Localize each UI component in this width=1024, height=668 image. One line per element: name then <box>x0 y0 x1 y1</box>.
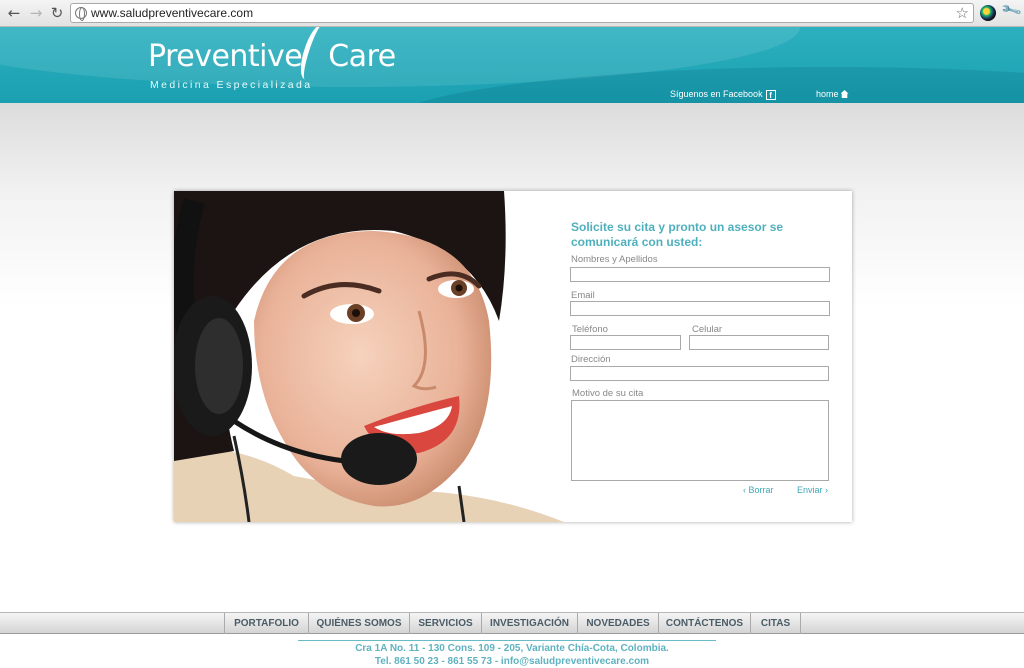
url-text[interactable]: www.saludpreventivecare.com <box>91 6 253 20</box>
footer-contact: Tel. 861 50 23 - 861 55 73 - info@saludp… <box>374 656 650 667</box>
mobile-label: Celular <box>692 324 723 335</box>
logo-tagline: Medicina Especializada <box>150 79 313 91</box>
site-header: Preventive Care Medicina Especializada Sí… <box>0 27 1024 103</box>
nav-portafolio[interactable]: PORTAFOLIO <box>224 613 308 634</box>
clear-button[interactable]: ‹ Borrar <box>743 485 774 495</box>
form-title: Solicite su cita y pronto un asesor se c… <box>571 220 784 249</box>
facebook-link[interactable]: Síguenos en Facebook f <box>670 89 776 100</box>
home-link[interactable]: home <box>816 89 849 99</box>
footer-nav: PORTAFOLIO QUIÉNES SOMOS SERVICIOS INVES… <box>0 612 1024 634</box>
address-label: Dirección <box>571 354 611 365</box>
browser-toolbar: ← → ↻ www.saludpreventivecare.com ☆ 🔧 <box>0 0 1024 27</box>
reason-textarea[interactable] <box>571 400 829 481</box>
nav-investigacion[interactable]: INVESTIGACIÓN <box>481 613 577 634</box>
reload-button[interactable]: ↻ <box>48 4 66 22</box>
name-input[interactable] <box>570 267 830 282</box>
back-button[interactable]: ← <box>5 4 23 22</box>
nav-quienes-somos[interactable]: QUIÉNES SOMOS <box>308 613 409 634</box>
nav-novedades[interactable]: NOVEDADES <box>577 613 658 634</box>
headset-woman-photo <box>174 191 564 522</box>
logo-text-left: Preventive <box>148 39 303 74</box>
facebook-label: Síguenos en Facebook <box>670 89 763 99</box>
footer-divider <box>298 640 716 641</box>
address-bar[interactable]: www.saludpreventivecare.com ☆ <box>70 3 974 23</box>
reason-label: Motivo de su cita <box>572 388 644 399</box>
home-label: home <box>816 89 839 99</box>
footer-address: Cra 1A No. 11 - 130 Cons. 109 - 205, Var… <box>355 643 669 654</box>
nav-citas[interactable]: CITAS <box>750 613 801 634</box>
site-logo[interactable]: Preventive Care Medicina Especializada <box>148 27 396 91</box>
email-label: Email <box>571 290 595 301</box>
name-label: Nombres y Apellidos <box>571 254 658 265</box>
nav-contactenos[interactable]: CONTÁCTENOS <box>658 613 750 634</box>
wrench-menu-icon[interactable]: 🔧 <box>1000 0 1023 22</box>
send-button[interactable]: Enviar › <box>797 485 828 495</box>
mobile-input[interactable] <box>689 335 829 350</box>
phone-input[interactable] <box>570 335 681 350</box>
facebook-icon: f <box>765 90 776 100</box>
home-icon <box>840 90 849 98</box>
nav-servicios[interactable]: SERVICIOS <box>409 613 481 634</box>
extension-icon[interactable] <box>980 5 996 21</box>
globe-icon <box>75 7 87 21</box>
phone-label: Teléfono <box>572 324 608 335</box>
email-input[interactable] <box>570 301 830 316</box>
appointment-card: Solicite su cita y pronto un asesor se c… <box>174 191 852 522</box>
bookmark-star-icon[interactable]: ☆ <box>956 4 969 22</box>
logo-text-right: Care <box>328 39 396 74</box>
forward-button[interactable]: → <box>27 4 45 22</box>
address-input[interactable] <box>570 366 829 381</box>
